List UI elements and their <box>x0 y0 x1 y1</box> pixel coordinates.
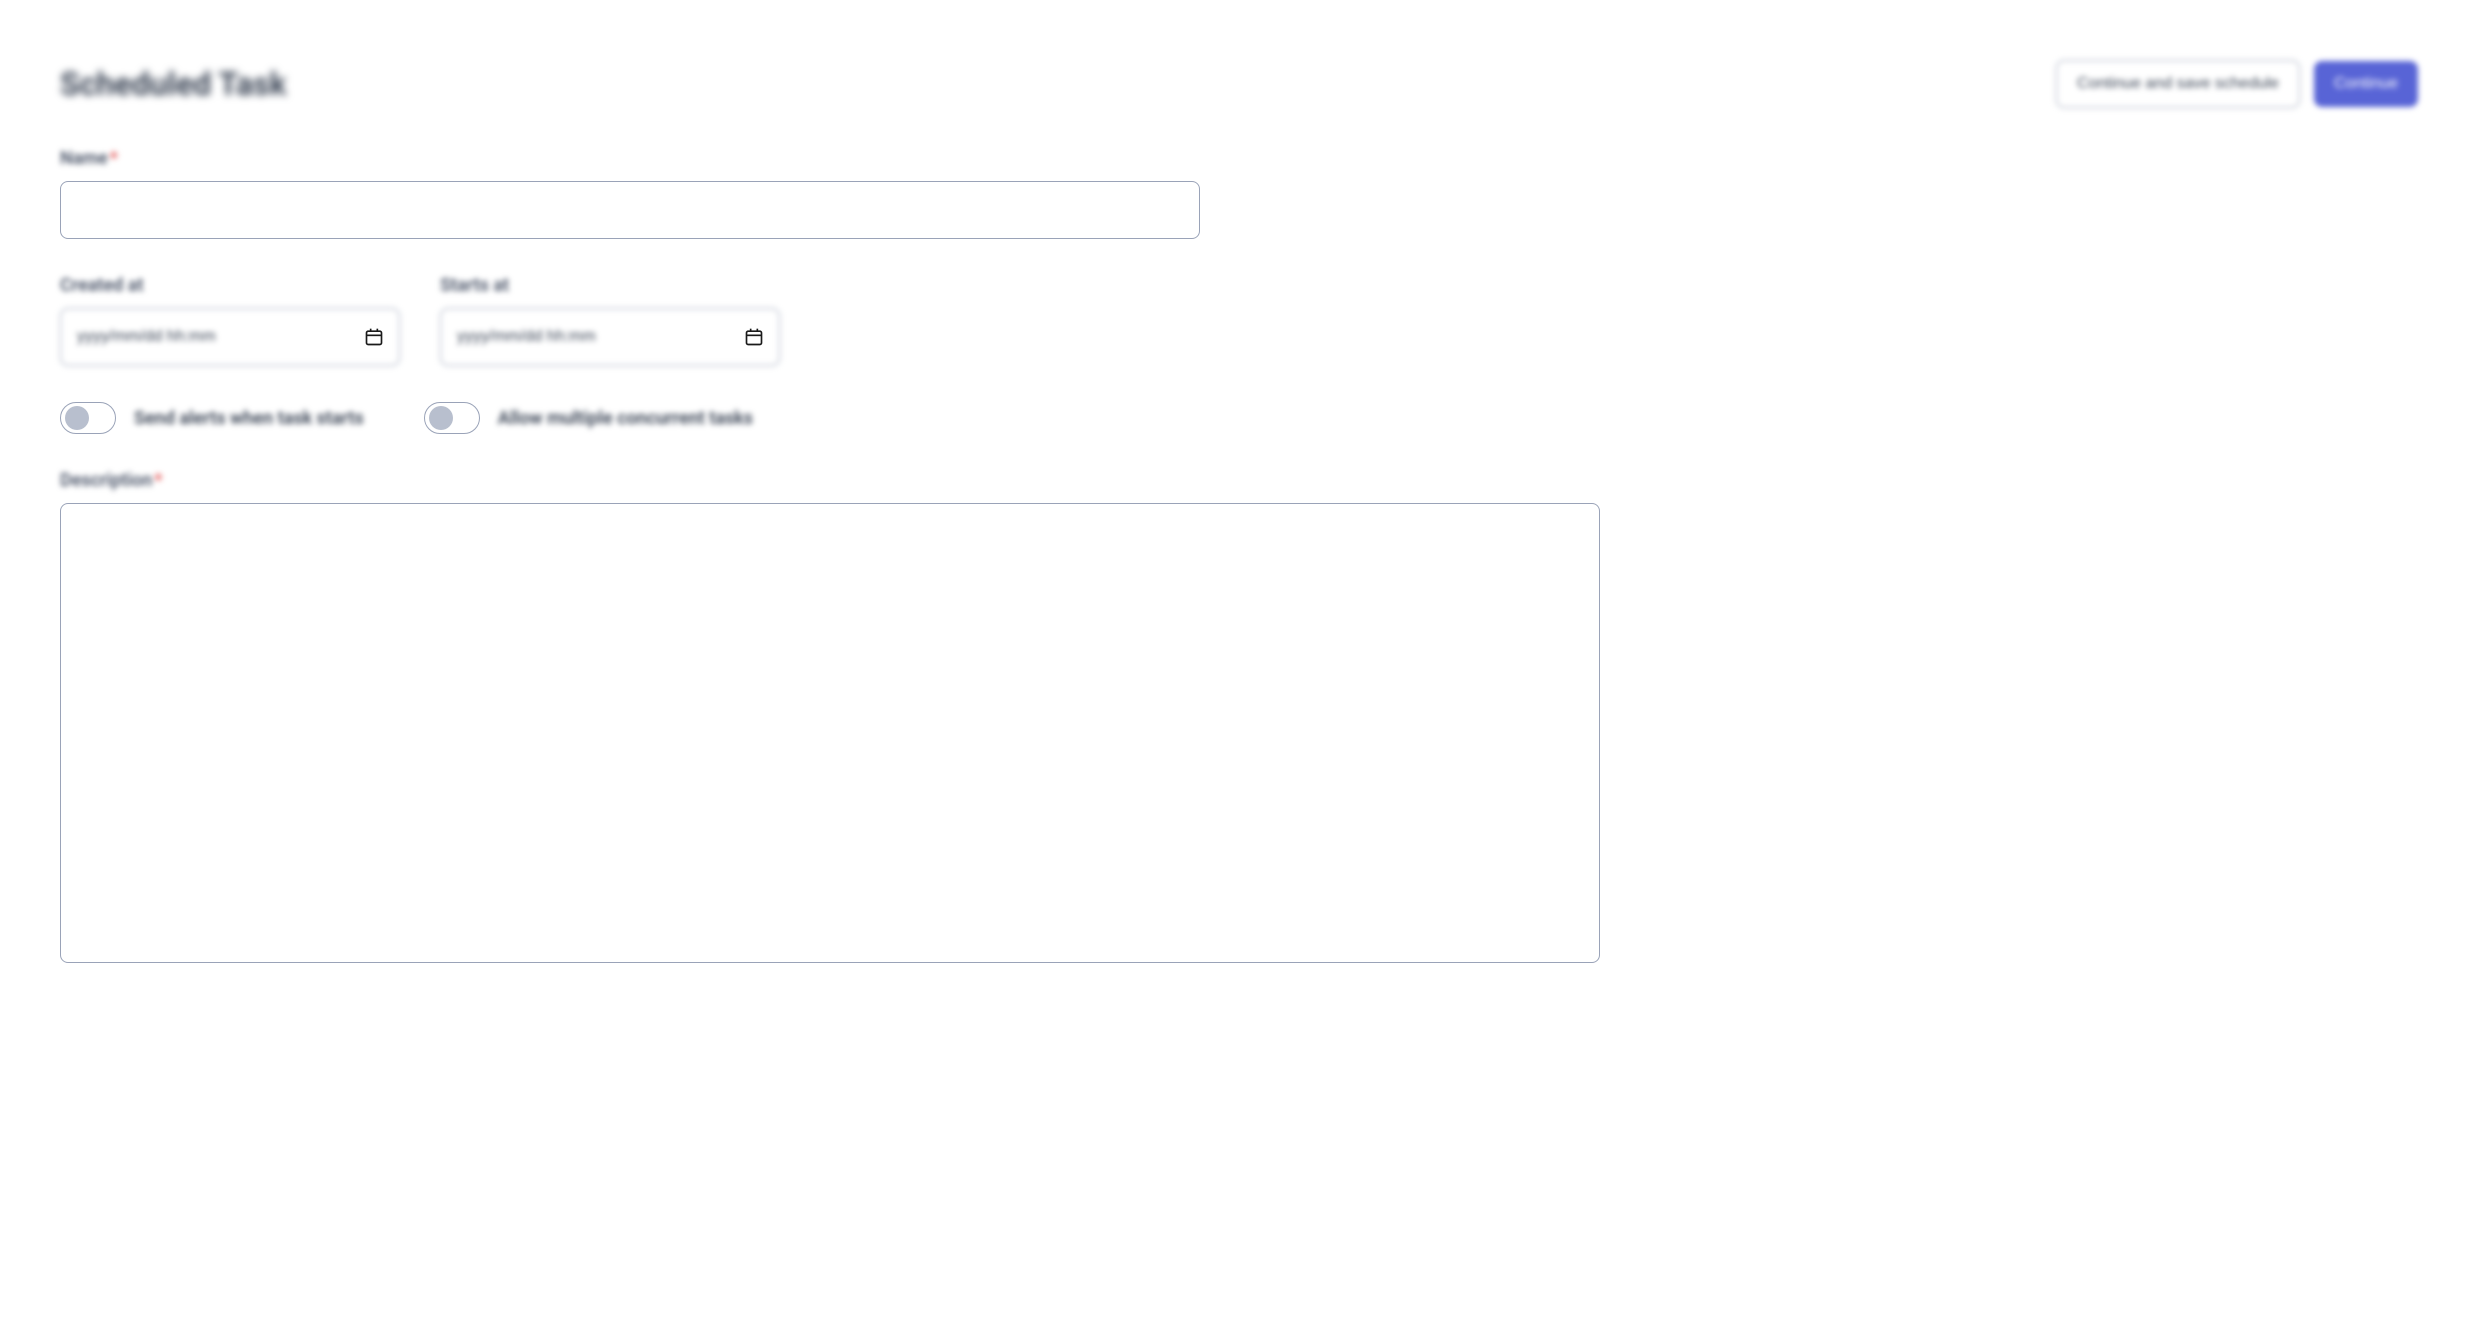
description-label: Description* <box>60 470 2418 491</box>
name-input[interactable] <box>60 181 1200 239</box>
toggle-2-group: Allow multiple concurrent tasks <box>424 402 753 434</box>
name-section: Name* <box>60 148 2418 239</box>
toggle-2-thumb <box>429 406 453 430</box>
required-asterisk: * <box>154 470 162 491</box>
description-label-text: Description <box>60 470 152 491</box>
toggle-1-group: Send alerts when task starts <box>60 402 364 434</box>
toggles-section: Send alerts when task starts Allow multi… <box>60 402 2418 434</box>
starts-at-input[interactable] <box>440 308 780 366</box>
starts-at-field: Starts at <box>440 275 780 366</box>
description-input[interactable] <box>60 503 1600 963</box>
created-at-input[interactable] <box>60 308 400 366</box>
header-row: Scheduled Task Continue and save schedul… <box>60 60 2418 108</box>
toggle-1-thumb <box>65 406 89 430</box>
toggle-1-label: Send alerts when task starts <box>134 408 364 429</box>
created-at-label: Created at <box>60 275 400 296</box>
dates-section: Created at Starts at <box>60 275 2418 366</box>
name-label: Name* <box>60 148 2418 169</box>
header-actions: Continue and save schedule Continue <box>2056 60 2418 108</box>
description-section: Description* <box>60 470 2418 967</box>
starts-at-label: Starts at <box>440 275 780 296</box>
created-at-field: Created at <box>60 275 400 366</box>
required-asterisk: * <box>110 148 118 169</box>
toggle-2-switch[interactable] <box>424 402 480 434</box>
secondary-action-button[interactable]: Continue and save schedule <box>2056 60 2300 108</box>
toggle-1-switch[interactable] <box>60 402 116 434</box>
primary-action-button[interactable]: Continue <box>2314 61 2418 107</box>
starts-at-input-wrapper <box>440 308 780 366</box>
name-label-text: Name <box>60 148 108 169</box>
page-title: Scheduled Task <box>60 65 287 103</box>
toggle-2-label: Allow multiple concurrent tasks <box>498 408 753 429</box>
created-at-input-wrapper <box>60 308 400 366</box>
